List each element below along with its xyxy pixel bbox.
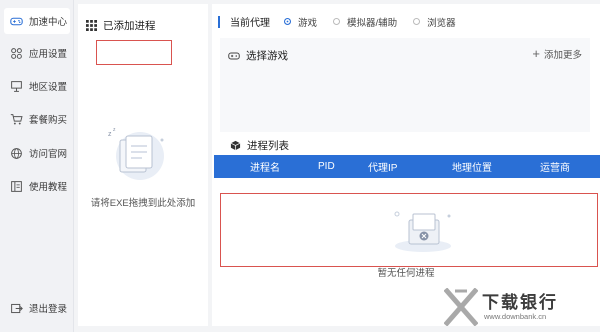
drop-files-illustration: z z: [102, 124, 172, 184]
svg-text:z: z: [108, 131, 112, 138]
select-game-section: 选择游戏 + 添加更多: [220, 38, 590, 132]
proxy-option-emulator[interactable]: 模拟器/辅助: [333, 15, 397, 29]
watermark-title: 下载银行: [482, 293, 558, 312]
process-entry-highlight[interactable]: [96, 40, 172, 65]
logout-button[interactable]: 退出登录: [4, 296, 70, 320]
section-marker: [218, 15, 220, 28]
sidebar-item-label: 加速中心: [29, 17, 68, 28]
select-game-title: 选择游戏: [246, 50, 288, 62]
proxy-option-label: 游戏: [298, 17, 318, 29]
main-panel: 当前代理 游戏 模拟器/辅助 浏览器 选择游戏 + 添加更多 进程列表 进程名 …: [212, 4, 600, 326]
grid-apps-icon: [86, 20, 97, 31]
add-more-label: 添加更多: [543, 49, 582, 61]
sidebar-item-buy-plan[interactable]: 套餐购买: [4, 106, 70, 132]
current-proxy-bar: 当前代理 游戏 模拟器/辅助 浏览器: [218, 14, 472, 29]
select-game-header: 选择游戏: [228, 48, 288, 63]
sidebar-item-tutorial[interactable]: 使用教程: [4, 173, 70, 199]
watermark-url: www.downbank.cn: [484, 312, 547, 321]
current-proxy-label: 当前代理: [230, 18, 270, 29]
proxy-option-label: 模拟器/辅助: [347, 17, 398, 29]
cube-icon: [230, 140, 241, 151]
process-list-header: 进程列表: [230, 138, 289, 153]
sidebar-item-label: 地区设置: [29, 82, 68, 93]
svg-text:z: z: [113, 127, 116, 133]
radio-icon: [413, 18, 421, 25]
add-more-button[interactable]: + 添加更多: [532, 46, 582, 61]
added-process-header: 已添加进程: [86, 18, 156, 33]
proxy-option-browser[interactable]: 浏览器: [413, 15, 456, 29]
logout-label: 退出登录: [29, 304, 68, 315]
radio-icon: [333, 18, 341, 25]
book-icon: [10, 180, 23, 193]
column-header[interactable]: 地理位置: [452, 159, 492, 174]
plus-icon: +: [532, 46, 540, 61]
cart-icon: [10, 113, 23, 126]
process-list-title: 进程列表: [247, 140, 289, 152]
process-list-empty-area: [220, 193, 598, 267]
watermark-logo: 下载银行 www.downbank.cn: [438, 286, 598, 330]
process-table-header: 进程名 PID 代理IP 地理位置 运营商: [214, 155, 600, 178]
empty-state-text: 暂无任何进程: [377, 268, 435, 279]
column-header[interactable]: 运营商: [540, 159, 570, 174]
sidebar-item-official-site[interactable]: 访问官网: [4, 140, 70, 166]
gamepad-icon: [10, 15, 23, 28]
globe-stand-icon: [10, 80, 23, 93]
apps-grid-icon: [10, 47, 23, 60]
sidebar-item-app-settings[interactable]: 应用设置: [4, 40, 70, 66]
added-process-panel: 已添加进程 z z 请将EXE拖拽到此处添加: [78, 4, 208, 326]
column-header[interactable]: 进程名: [250, 159, 280, 174]
gamepad-icon: [228, 50, 240, 62]
logout-icon: [10, 302, 23, 315]
browser-globe-icon: [10, 147, 23, 160]
column-header[interactable]: 代理IP: [368, 159, 397, 174]
proxy-option-label: 浏览器: [427, 17, 456, 29]
x-logo-icon: [444, 288, 478, 326]
sidebar-item-label: 使用教程: [29, 182, 68, 193]
sidebar-item-accelerate-center[interactable]: 加速中心: [4, 8, 70, 34]
radio-icon: [284, 18, 291, 25]
sidebar-item-label: 应用设置: [29, 49, 68, 60]
proxy-option-game[interactable]: 游戏: [284, 15, 317, 29]
column-header[interactable]: PID: [318, 161, 335, 172]
sidebar-item-label: 访问官网: [29, 149, 68, 160]
empty-state-illustration: [387, 202, 457, 256]
sidebar: 加速中心 应用设置 地区设置 套餐购买 访问官网 使用教程 退出登录: [0, 0, 74, 332]
added-process-title: 已添加进程: [103, 20, 156, 32]
sidebar-item-label: 套餐购买: [29, 115, 68, 126]
sidebar-item-region-settings[interactable]: 地区设置: [4, 73, 70, 99]
drop-hint-text: 请将EXE拖拽到此处添加: [90, 198, 196, 209]
